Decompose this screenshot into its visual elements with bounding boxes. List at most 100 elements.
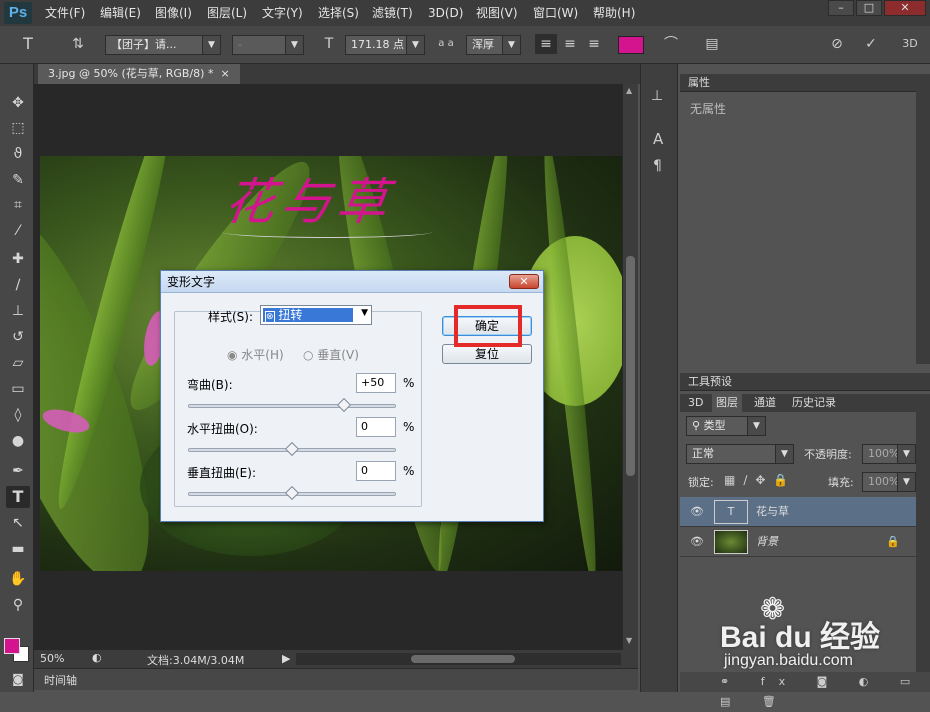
3d-button[interactable]: 3D (898, 34, 922, 54)
path-select-tool-icon[interactable]: ↖ (6, 512, 30, 534)
scroll-up-icon[interactable]: ▲ (626, 86, 632, 95)
pen-tool-icon[interactable]: ✒ (6, 460, 30, 482)
horizontal-scrollbar[interactable] (296, 653, 621, 665)
baidu-watermark: ❁ Bai du 经验 jingyan.baidu.com (720, 592, 920, 687)
cancel-icon[interactable]: ⊘ (826, 34, 848, 54)
properties-panel-header[interactable]: 属性 (680, 74, 916, 92)
toggle-orientation-icon[interactable]: ⇅ (66, 34, 90, 54)
horizontal-radio[interactable]: ◉ 水平(H) (227, 346, 284, 363)
document-tab[interactable]: 3.jpg @ 50% (花与草, RGB/8) * × (38, 64, 240, 84)
layer-name[interactable]: 背景 (756, 527, 778, 557)
tab-channels[interactable]: 通道 (754, 394, 776, 412)
commit-icon[interactable]: ✓ (860, 34, 882, 54)
status-menu-arrow-icon[interactable]: ▶ (282, 652, 290, 665)
layer-name[interactable]: 花与草 (756, 497, 789, 527)
brush-tool-icon[interactable]: ∕ (6, 274, 30, 296)
warped-text[interactable]: 花与草 (221, 172, 449, 232)
paragraph-panel-icon[interactable]: ¶ (653, 158, 662, 174)
shape-tool-icon[interactable]: ▬ (6, 538, 30, 560)
menu-select[interactable]: 选择(S) (318, 0, 359, 26)
layer-filter-select[interactable]: ⚲ 类型 ▼ (686, 416, 766, 436)
font-style-select[interactable]: - ▼ (232, 35, 304, 55)
eye-icon[interactable]: 👁 (690, 497, 704, 527)
eye-icon[interactable]: 👁 (690, 527, 704, 557)
close-tab-icon[interactable]: × (217, 67, 229, 80)
properties-tab[interactable]: 属性 (688, 76, 710, 89)
properties-panel-icon[interactable]: ⊥ (651, 88, 663, 104)
fill-input[interactable]: 100% ▼ (862, 472, 916, 492)
healing-tool-icon[interactable]: ✚ (6, 248, 30, 270)
align-right-icon[interactable]: ≡ (583, 34, 605, 54)
maximize-button[interactable]: □ (856, 0, 882, 16)
menu-type[interactable]: 文字(Y) (262, 0, 303, 26)
vertical-radio[interactable]: ○ 垂直(V) (303, 346, 359, 363)
dodge-tool-icon[interactable]: ● (6, 430, 30, 452)
hand-tool-icon[interactable]: ✋ (6, 568, 30, 590)
layer-row-background[interactable]: 👁 背景 🔒 (680, 527, 916, 557)
align-left-icon[interactable]: ≡ (535, 34, 557, 54)
eyedropper-tool-icon[interactable]: ⁄ (6, 220, 30, 242)
tool-presets-tab[interactable]: 工具预设 (688, 375, 732, 388)
bend-input[interactable]: +50 (356, 373, 396, 393)
zoom-tool-icon[interactable]: ⚲ (6, 594, 30, 616)
lock-icons[interactable]: ▦∕✥🔒 (724, 473, 796, 487)
minimize-button[interactable]: – (828, 0, 854, 16)
fill-value: 100% (868, 475, 900, 488)
menu-help[interactable]: 帮助(H) (593, 0, 635, 26)
menu-filter[interactable]: 滤镜(T) (372, 0, 413, 26)
menu-image[interactable]: 图像(I) (155, 0, 192, 26)
menu-view[interactable]: 视图(V) (476, 0, 518, 26)
character-panel-icon[interactable]: ▤ (701, 34, 723, 54)
vertical-scroll-thumb[interactable] (626, 256, 635, 476)
anti-alias-select[interactable]: 浑厚 ▼ (466, 35, 521, 55)
tab-3d[interactable]: 3D (688, 394, 703, 412)
move-tool-icon[interactable]: ✥ (6, 92, 30, 114)
tab-history[interactable]: 历史记录 (792, 394, 836, 412)
character-panel-icon[interactable]: A (653, 130, 663, 148)
font-family-select[interactable]: 【团子】请... ▼ (105, 35, 221, 55)
opacity-input[interactable]: 100% ▼ (862, 444, 916, 464)
fill-label: 填充: (828, 476, 854, 489)
text-tool-icon[interactable]: T (6, 486, 30, 508)
foreground-color-swatch[interactable] (4, 638, 20, 654)
vertical-scrollbar[interactable]: ▲ ▼ (623, 84, 638, 650)
quick-select-tool-icon[interactable]: ✎ (6, 169, 30, 191)
tool-presets-header[interactable]: 工具预设 (680, 373, 930, 391)
stamp-tool-icon[interactable]: ⊥ (6, 300, 30, 322)
properties-scrollbar[interactable] (916, 74, 930, 364)
menu-3d[interactable]: 3D(D) (428, 0, 463, 26)
crop-tool-icon[interactable]: ⌗ (6, 194, 30, 216)
bend-slider[interactable] (188, 404, 396, 408)
quick-mask-icon[interactable]: ◙ (6, 668, 30, 690)
scroll-down-icon[interactable]: ▼ (626, 636, 632, 645)
layer-row-text[interactable]: 👁 T 花与草 (680, 497, 916, 527)
menu-window[interactable]: 窗口(W) (533, 0, 578, 26)
warp-style-select[interactable]: ⊗ 扭转 ▼ (260, 305, 372, 325)
menu-edit[interactable]: 编辑(E) (100, 0, 141, 26)
timeline-label[interactable]: 时间轴 (44, 672, 77, 688)
tab-layers[interactable]: 图层 (712, 394, 742, 412)
warp-text-icon[interactable]: ⌒ (660, 34, 682, 54)
dialog-titlebar[interactable]: 变形文字 ✕ (161, 271, 543, 293)
gradient-tool-icon[interactable]: ▭ (6, 378, 30, 400)
horizontal-distortion-input[interactable]: 0 (356, 417, 396, 437)
horizontal-scroll-thumb[interactable] (411, 655, 515, 663)
eraser-tool-icon[interactable]: ▱ (6, 352, 30, 374)
menu-layer[interactable]: 图层(L) (207, 0, 247, 26)
reset-button[interactable]: 复位 (442, 344, 532, 364)
font-size-select[interactable]: 171.18 点 ▼ (345, 35, 425, 55)
close-window-button[interactable]: ✕ (884, 0, 926, 16)
align-center-icon[interactable]: ≡ (559, 34, 581, 54)
lasso-tool-icon[interactable]: ϑ (6, 143, 30, 165)
history-brush-tool-icon[interactable]: ↺ (6, 326, 30, 348)
blur-tool-icon[interactable]: ◊ (6, 404, 30, 426)
type-tool-icon[interactable]: T (16, 34, 40, 54)
dialog-close-button[interactable]: ✕ (509, 274, 539, 289)
status-info-icon[interactable]: ◐ (92, 651, 102, 664)
menu-file[interactable]: 文件(F) (45, 0, 85, 26)
text-color-swatch[interactable] (618, 36, 644, 54)
vertical-distortion-input[interactable]: 0 (356, 461, 396, 481)
blend-mode-select[interactable]: 正常 ▼ (686, 444, 794, 464)
marquee-tool-icon[interactable]: ⬚ (6, 117, 30, 139)
zoom-level[interactable]: 50% (40, 652, 64, 665)
